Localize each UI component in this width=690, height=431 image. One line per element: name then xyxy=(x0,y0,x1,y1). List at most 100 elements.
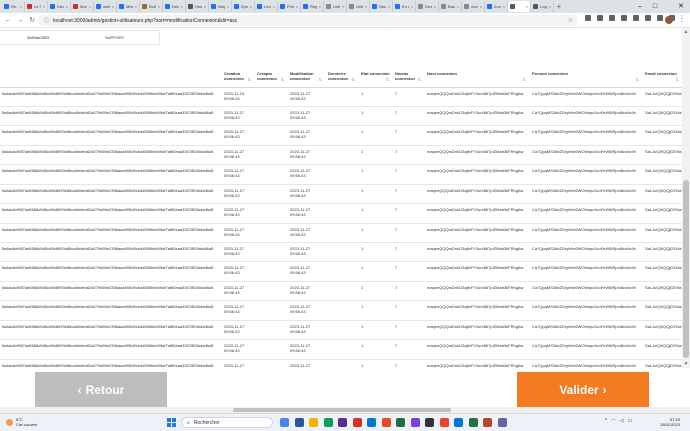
browser-tab[interactable]: Bolto× xyxy=(140,1,163,12)
browser-tab[interactable]: Mes× xyxy=(117,1,140,12)
wifi-icon[interactable]: ◠ xyxy=(611,418,615,424)
sort-icon[interactable]: ⇅ xyxy=(386,77,389,82)
table-row[interactable]: 5a6ac6cf987ad6568d9d5cd5b8993e86ca6bdeb8… xyxy=(0,223,683,243)
scroll-down-icon[interactable]: ▼ xyxy=(682,360,690,368)
table-row[interactable]: 5a6ac6cf987ad6568d9d5cd5b8993e86ca6bdeb8… xyxy=(0,204,683,224)
table-row[interactable]: 5a6ac6cf987ad6568d9d5cd5b8993e86ca6bdeb8… xyxy=(0,320,683,340)
address-bar[interactable]: ⓘ localhost:3000/admin/gestion-utilisate… xyxy=(38,15,578,26)
table-row[interactable]: 5a6ac6cf987ad6568d9d5cd5b8993e86ca6bdeb8… xyxy=(0,184,683,204)
table-row[interactable]: 5a6ac6cf987ad6568d9d5cd5b8993e86ca6bdeb8… xyxy=(0,243,683,262)
column-header[interactable]: Modification connexion ⇅ xyxy=(288,70,326,88)
browser-tab[interactable]: Déco× xyxy=(163,1,186,12)
start-menu-icon[interactable] xyxy=(167,418,176,427)
table-row[interactable]: 5a6ac6cf987ad6568d9d5cd5b8993e86ca6bdeb8… xyxy=(0,165,683,185)
tab-close-icon[interactable]: × xyxy=(112,4,114,9)
sort-icon[interactable]: ⇅ xyxy=(352,77,355,82)
column-header[interactable]: Niveau connexion ⇅ xyxy=(393,70,425,88)
site-info-icon[interactable]: ⓘ xyxy=(44,17,49,24)
browser-tab[interactable]: webc× xyxy=(94,1,117,12)
taskbar-app-icon[interactable] xyxy=(396,418,405,427)
browser-tab[interactable]: Untit× xyxy=(324,1,347,12)
extension-icon[interactable] xyxy=(633,15,639,21)
taskbar-app-icon[interactable] xyxy=(367,418,376,427)
scrollbar-thumb[interactable] xyxy=(683,180,689,358)
tab-close-icon[interactable]: × xyxy=(158,4,160,9)
column-header[interactable]: Email connexion ⇅ xyxy=(643,70,683,88)
tab-close-icon[interactable]: × xyxy=(135,4,137,9)
tab-close-icon[interactable]: × xyxy=(89,4,91,9)
volume-icon[interactable]: ◁ xyxy=(620,418,624,424)
url-text[interactable]: localhost:3000/admin/gestion-utilisateur… xyxy=(53,18,237,24)
tab-close-icon[interactable]: × xyxy=(181,4,183,9)
weather-widget[interactable]: 6°C Ciel couvert xyxy=(6,417,37,427)
browser-tab[interactable]: Lecto× xyxy=(255,1,278,12)
tab-close-icon[interactable]: × xyxy=(20,4,22,9)
extension-icon[interactable] xyxy=(609,15,615,21)
horizontal-scrollbar-thumb[interactable] xyxy=(233,408,451,412)
browser-tab[interactable]: Zom× xyxy=(485,1,508,12)
validate-button[interactable]: Valider › xyxy=(517,372,649,408)
maximize-button[interactable]: □ xyxy=(648,0,662,13)
browser-tab[interactable]: Déco× xyxy=(48,1,71,12)
taskbar-search-box[interactable]: ⌕ Rechercher xyxy=(181,417,273,428)
taskbar-app-icon[interactable] xyxy=(454,418,463,427)
table-row[interactable]: 5a6ac6cf987ad6568d9d5cd5b8993e86ca6bdeb8… xyxy=(0,359,683,368)
taskbar-app-icon[interactable] xyxy=(381,418,391,427)
tab-close-icon[interactable]: × xyxy=(411,4,413,9)
taskbar-clock[interactable]: 07:20 28/11/2023 xyxy=(650,417,680,427)
taskbar-app-icon[interactable] xyxy=(497,418,507,427)
browser-tab[interactable]: Regar× xyxy=(301,1,324,12)
column-header[interactable]: Creapar connexion ⇅ xyxy=(255,70,288,88)
browser-tab[interactable]: En d× xyxy=(393,1,416,12)
tab-close-icon[interactable]: × xyxy=(204,4,206,9)
column-header[interactable]: Nom connexion ⇅ xyxy=(425,70,530,88)
tab-close-icon[interactable]: × xyxy=(549,4,551,9)
column-header[interactable]: Etat connexion ⇅ xyxy=(359,70,393,88)
browser-tab[interactable]: Dyna× xyxy=(232,1,255,12)
sort-icon[interactable]: ⇅ xyxy=(676,77,679,82)
taskbar-app-icon[interactable] xyxy=(323,418,333,427)
back-arrow-icon[interactable]: ← xyxy=(4,17,12,24)
tab-close-icon[interactable]: × xyxy=(43,4,45,9)
profile-avatar[interactable] xyxy=(665,16,673,24)
taskbar-app-icon[interactable] xyxy=(483,418,492,427)
tab-close-icon[interactable]: × xyxy=(457,4,459,9)
scroll-up-icon[interactable]: ▲ xyxy=(682,28,690,36)
table-row[interactable]: 5a6ac6cf987ad6568d9d5cd5b8993e86ca6bdeb8… xyxy=(0,281,683,301)
extension-icon[interactable] xyxy=(585,15,591,21)
sort-icon[interactable]: ⇅ xyxy=(523,77,526,82)
browser-tab[interactable]: Base× xyxy=(439,1,462,12)
tab-close-icon[interactable]: × xyxy=(434,4,436,9)
taskbar-app-icon[interactable] xyxy=(352,418,362,427)
browser-tab[interactable]: Le Pr× xyxy=(25,1,48,12)
battery-icon[interactable]: ▭ xyxy=(628,418,633,424)
tab-close-icon[interactable]: × xyxy=(227,4,229,9)
browser-tab[interactable]: mon× xyxy=(462,1,485,12)
tab-close-icon[interactable]: × xyxy=(273,4,275,9)
close-window-button[interactable]: ✕ xyxy=(674,0,688,13)
browser-tab[interactable]: Re: C× xyxy=(2,1,25,12)
browser-tab[interactable]: × xyxy=(508,1,531,12)
column-header[interactable]: Dernierre connexion ⇅ xyxy=(326,70,359,88)
taskbar-app-icon[interactable] xyxy=(338,418,347,427)
vertical-scrollbar[interactable]: ▲ ▼ xyxy=(682,28,690,368)
tab-close-icon[interactable]: × xyxy=(296,4,298,9)
table-row[interactable]: 5a6ac6cf987ad6568d9d5cd5b8993e86ca6bdeb8… xyxy=(0,106,683,126)
extension-icon[interactable] xyxy=(645,15,651,21)
column-header[interactable]: Creation connexion ⇅ xyxy=(222,70,255,88)
column-header[interactable]: Prenom connexion ⇅ xyxy=(530,70,643,88)
table-row[interactable]: 5a6ac6cf987ad6568d9d5cd5b8993e86ca6bdeb8… xyxy=(0,126,683,146)
taskbar-app-icon[interactable] xyxy=(439,418,449,427)
tab-close-icon[interactable]: × xyxy=(66,4,68,9)
forward-arrow-icon[interactable]: → xyxy=(16,17,24,24)
browser-tab[interactable]: Logi× xyxy=(531,1,554,12)
sort-icon[interactable]: ⇅ xyxy=(636,77,639,82)
extension-icon[interactable] xyxy=(597,15,603,21)
sort-icon[interactable]: ⇅ xyxy=(248,77,251,82)
browser-tab[interactable]: Nouv× xyxy=(370,1,393,12)
sort-icon[interactable]: ⇅ xyxy=(319,77,322,82)
tab-close-icon[interactable]: × xyxy=(503,4,505,9)
table-row[interactable]: 5a6ac6cf987ad6568d9d5cd5b8993e86ca6bdeb8… xyxy=(0,262,683,282)
browser-tab[interactable]: How× xyxy=(186,1,209,12)
table-row[interactable]: 5a6ac6cf987ad6568d9d5cd5b8993e86ca6bdeb8… xyxy=(0,87,683,107)
